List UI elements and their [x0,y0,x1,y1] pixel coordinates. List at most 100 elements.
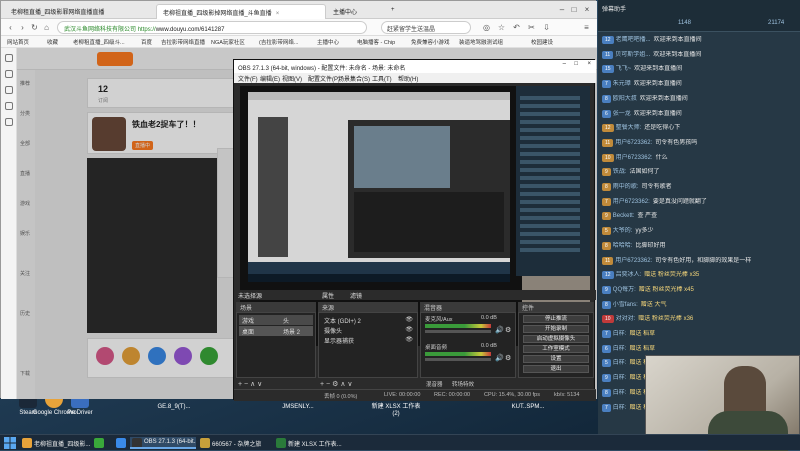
volume-slider[interactable] [425,358,491,361]
chat-nick[interactable]: 白样: [613,360,627,366]
chat-nick[interactable]: 大爷的: [613,228,633,234]
taskbar-item[interactable]: OBS 27.1.3 (64-bit... [130,437,196,449]
eye-icon[interactable]: 👁 [405,316,413,323]
browser-tab-3[interactable]: 主播中心 [327,4,387,19]
minimize-icon[interactable]: – [563,61,566,67]
desktop-icon-file-1[interactable]: GE.8_9(T)... [146,404,202,411]
remove-icon[interactable]: − [244,381,248,388]
screenshot-icon[interactable]: ✂ [526,22,537,33]
desktop-icon-file-2[interactable]: JMSENLY... [270,404,326,411]
chat-nick[interactable]: 飞飞~ [616,66,632,72]
taskbar-item[interactable] [92,437,112,449]
menu-scene-collection[interactable]: 场景集合(S) [338,74,370,83]
notes-icon[interactable] [5,102,13,110]
chat-nick[interactable]: 铁战: [613,169,627,175]
chat-nick[interactable]: 张一龙 [613,111,631,117]
chat-nick[interactable]: 用户6723362: [613,199,650,205]
taskbar-item[interactable]: 新建 XLSX 工作表... [274,437,344,449]
chat-nick[interactable]: QQ每万: [613,287,636,293]
chat-nick[interactable]: 对对对: [616,316,636,322]
favorites-icon[interactable] [5,54,13,62]
filters-button[interactable]: 滤镜 [350,291,362,300]
chat-nick[interactable]: 老鹰吧吧播... [616,37,651,43]
bookmark-item[interactable]: 收藏 [47,38,58,46]
gear-icon[interactable]: ⚙ [332,381,338,388]
stop-streaming-button[interactable]: 停止推流 [523,315,589,323]
star-icon[interactable]: ☆ [496,22,507,33]
chat-nick[interactable]: 贝可斯学姐... [615,52,650,58]
bookmark-item[interactable]: 装逼地驾融测试组 [459,38,503,46]
scene-item[interactable]: 桌面 场景 2 [239,326,313,336]
taskbar-item[interactable]: 660567 - 杂牌之旅 [198,437,272,449]
browser-tab-2[interactable]: 老柳祖直播_四级影掉网络直播_斗鱼直播 × [156,4,326,19]
bookmark-item[interactable]: 校园建设 [531,38,553,46]
bookmark-item[interactable]: 吉拉影带网络直播 [161,38,205,46]
close-icon[interactable]: × [587,61,591,67]
bookmark-item[interactable]: NGA玩家社区 [211,38,245,46]
menu-icon[interactable]: ≡ [581,22,592,33]
history-icon[interactable] [5,70,13,78]
search-input[interactable]: 赶紧留学生送温晶 [381,21,471,34]
menu-edit[interactable]: 编辑(E) [260,74,280,83]
close-tab-icon[interactable]: × [276,11,280,17]
close-icon[interactable]: × [581,4,593,16]
chat-nick[interactable]: 小雪fans: [613,302,638,308]
virtual-camera-button[interactable]: 启动虚拟摄像头 [523,335,589,343]
chat-nick[interactable]: 白样: [613,375,627,381]
download-icon[interactable] [5,86,13,94]
volume-slider[interactable] [425,330,491,333]
url-input[interactable]: 武汉斗鱼网络科技有限公司 https://www.douyu.com/61412… [57,21,367,34]
taskbar-item[interactable]: 老柳祖直播_四级影... [20,437,90,449]
refresh-icon[interactable]: ↻ [29,22,40,33]
forward-icon[interactable]: › [17,22,28,33]
bookmark-item[interactable]: 电脑播客 - Chip [357,38,395,46]
chat-nick[interactable]: 朱元璋 [613,81,631,87]
chat-nick[interactable]: 白样: [613,346,627,352]
down-icon[interactable]: ∨ [347,381,352,388]
new-tab-button[interactable]: + [389,4,403,19]
chat-nick[interactable]: 吕奕冰人: [616,272,642,278]
chat-nick[interactable]: 白样: [613,331,627,337]
tab-mixer[interactable]: 混音器 [426,382,443,388]
props-button[interactable]: 属性 [322,291,334,300]
chat-nick[interactable]: 用户6723362: [615,140,652,146]
chat-nick[interactable]: Beckett: [613,213,635,219]
bookmark-item[interactable]: 主播中心 [317,38,339,46]
maximize-icon[interactable]: □ [568,4,580,16]
source-item[interactable]: 显示器捕获 👁 [321,335,415,345]
down-icon[interactable]: ∨ [257,381,262,388]
windows-start-icon[interactable] [4,437,16,449]
speaker-icon[interactable]: 🔊 [495,326,504,334]
maximize-icon[interactable]: □ [574,61,578,67]
browser-tab-1[interactable]: 老柳租直播_四级影罪网络直播直播 [5,4,155,19]
tab-transitions[interactable]: 转场特效 [452,382,474,388]
menu-view[interactable]: 视图(V) [282,74,302,83]
chat-nick[interactable]: 整餐大师: [616,125,642,131]
chat-nick[interactable]: 雨中的歌: [613,184,639,190]
eye-icon[interactable]: 👁 [405,326,413,333]
bookmark-item[interactable]: 百度 [141,38,152,46]
up-icon[interactable]: ∧ [340,381,345,388]
desktop-icon-xlsx[interactable]: 新建 XLSX 工作表 (2) [368,404,424,418]
add-icon[interactable]: + [238,381,242,388]
source-item[interactable]: 文本 (GDI+) 2 👁 [321,315,415,325]
menu-file[interactable]: 文件(F) [238,74,258,83]
source-item[interactable]: 摄像头 👁 [321,325,415,335]
gear-icon[interactable]: ⚙ [505,354,511,362]
remove-icon[interactable]: − [326,381,330,388]
undo-icon[interactable]: ↶ [511,22,522,33]
scene-item[interactable]: 游戏头 [239,315,313,325]
bookmark-item[interactable]: 老柳租直播_四级斗... [73,38,125,46]
chat-nick[interactable]: 哈哈哈: [613,243,633,249]
back-icon[interactable]: ‹ [5,22,16,33]
gear-icon[interactable]: ⚙ [505,326,511,334]
chat-nick[interactable]: 白样: [613,405,627,411]
chat-nick[interactable]: 用户6723362: [615,258,652,264]
minimize-icon[interactable]: – [556,4,568,16]
menu-tools[interactable]: 工具(T) [372,74,392,83]
bookmark-item[interactable]: 网站首页 [7,38,29,46]
chat-nick[interactable]: 用户6723362: [616,155,653,161]
start-recording-button[interactable]: 开始录制 [523,325,589,333]
eye-icon[interactable]: 👁 [405,336,413,343]
home-icon[interactable]: ⌂ [41,22,52,33]
